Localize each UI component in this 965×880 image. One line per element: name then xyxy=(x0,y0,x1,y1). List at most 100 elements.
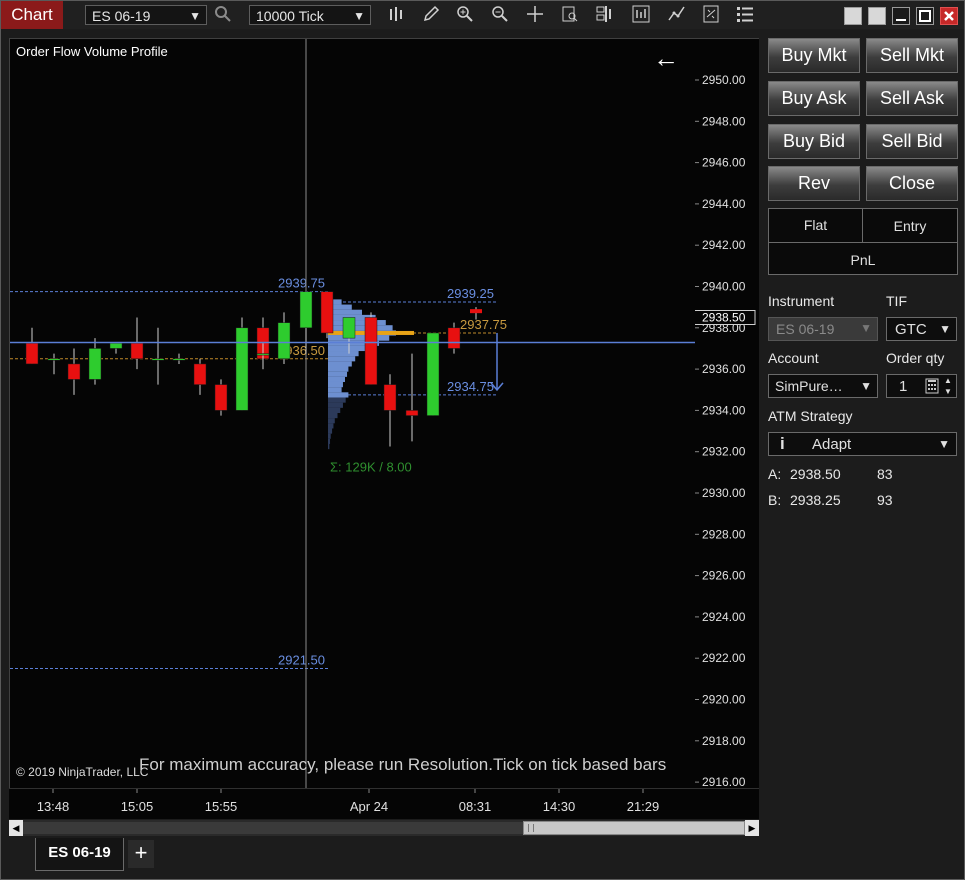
bid-price: 2938.25 xyxy=(790,492,841,508)
price-tick-label: 2930.00 xyxy=(702,486,746,500)
chart-trader-panel: Buy Mkt Sell Mkt Buy Ask Sell Ask Buy Bi… xyxy=(763,36,963,536)
templates-icon[interactable] xyxy=(701,5,721,25)
strategies-icon[interactable] xyxy=(631,5,651,25)
interval-selector[interactable]: 10000 Tick ▼ xyxy=(249,5,371,25)
maximize-button[interactable] xyxy=(916,7,934,25)
back-arrow-icon[interactable]: ← xyxy=(653,45,679,71)
horizontal-scrollbar[interactable]: ◀ ▶ xyxy=(9,820,759,836)
chart-canvas[interactable]: 2939.752936.502921.502939.252937.752934.… xyxy=(10,39,696,789)
instrument-selector[interactable]: ES 06-19 ▼ xyxy=(85,5,207,25)
window-color-button-2[interactable] xyxy=(868,7,886,25)
profile-bar xyxy=(328,433,331,439)
candle-body xyxy=(193,363,207,385)
window-color-button[interactable] xyxy=(844,7,862,25)
time-tick-label: 08:31 xyxy=(459,799,492,814)
add-tab-button[interactable]: + xyxy=(128,840,154,868)
profile-bar xyxy=(328,438,331,444)
bid-size: 93 xyxy=(877,492,893,508)
profile-bar xyxy=(328,397,346,403)
close-position-button[interactable]: Close xyxy=(866,166,958,201)
instrument-field: ES 06-19 ▼ xyxy=(768,317,878,341)
candle-body xyxy=(25,343,39,365)
tab-strip: ES 06-19 + xyxy=(1,838,964,878)
candle-body xyxy=(426,332,440,416)
buy-bid-button[interactable]: Buy Bid xyxy=(768,124,860,159)
price-tick-label: 2926.00 xyxy=(702,569,746,583)
search-icon[interactable] xyxy=(213,5,233,25)
time-tick-label: 13:48 xyxy=(37,799,70,814)
close-window-button[interactable] xyxy=(940,7,958,25)
time-axis-canvas: 13:48 15:05 15:55 Apr 24 08:31 14:30 21:29 xyxy=(37,789,659,814)
instrument-field-value: ES 06-19 xyxy=(776,321,835,337)
candle-body xyxy=(67,363,81,380)
price-tick-label: 2944.00 xyxy=(702,197,746,211)
atm-strategy-value: Adapt xyxy=(812,436,852,453)
level-label: 2934.75 xyxy=(447,379,494,394)
price-axis[interactable]: 2950.00 2948.00 2946.00 2944.00 2942.00 2940.… xyxy=(695,38,759,790)
properties-icon[interactable] xyxy=(735,5,755,25)
app-title: Chart xyxy=(1,1,63,29)
candle-body xyxy=(235,327,249,411)
volume-sum-label: Σ: 129K / 8.00 xyxy=(330,460,412,475)
candle-body xyxy=(405,410,419,416)
profile-bar xyxy=(328,376,345,383)
sell-bid-button[interactable]: Sell Bid xyxy=(866,124,958,159)
tif-dropdown[interactable]: GTC ▼ xyxy=(886,317,957,341)
data-box-icon[interactable] xyxy=(560,5,580,25)
scroll-left-button[interactable]: ◀ xyxy=(9,820,23,836)
order-qty-stepper[interactable]: 1 ▲ ▼ xyxy=(886,374,957,398)
price-tick-label: 2950.00 xyxy=(702,73,746,87)
candle-body xyxy=(299,291,313,329)
zoom-in-icon[interactable] xyxy=(455,5,475,25)
pencil-icon[interactable] xyxy=(421,5,441,25)
buy-ask-button[interactable]: Buy Ask xyxy=(768,81,860,116)
reverse-button[interactable]: Rev xyxy=(768,166,860,201)
candle-body xyxy=(109,343,123,349)
price-tick-label: 2942.00 xyxy=(702,238,746,252)
scroll-track[interactable] xyxy=(23,822,523,834)
chevron-down-icon: ▼ xyxy=(938,437,950,451)
time-tick-label: Apr 24 xyxy=(350,799,388,814)
crosshair-icon[interactable] xyxy=(525,5,545,25)
sell-market-button[interactable]: Sell Mkt xyxy=(866,38,958,73)
resolution-warning: For maximum accuracy, please run Resolut… xyxy=(139,755,667,774)
candle-body xyxy=(277,322,291,360)
account-dropdown[interactable]: SimPure… ▼ xyxy=(768,374,878,398)
profile-bar xyxy=(328,443,330,450)
profile-bar xyxy=(328,371,348,377)
price-tick-label: 2920.00 xyxy=(702,693,746,707)
info-icon[interactable]: i xyxy=(780,434,785,454)
stepper-arrows-icon[interactable]: ▲ ▼ xyxy=(944,375,952,397)
order-qty-value[interactable]: 1 xyxy=(899,378,907,395)
bar-style-icon[interactable] xyxy=(387,5,407,25)
profile-bar xyxy=(328,356,356,362)
candle-body xyxy=(256,353,270,356)
atm-strategy-dropdown[interactable]: i Adapt ▼ xyxy=(768,432,957,456)
ask-price: 2938.50 xyxy=(790,466,841,482)
instrument-label: Instrument xyxy=(768,293,835,309)
account-label: Account xyxy=(768,350,819,366)
time-axis[interactable]: 13:48 15:05 15:55 Apr 24 08:31 14:30 21:29 xyxy=(9,788,759,819)
scroll-right-button[interactable]: ▶ xyxy=(745,820,759,836)
calculator-icon[interactable] xyxy=(925,378,939,399)
profile-bar xyxy=(328,335,390,341)
level-label: 2937.75 xyxy=(460,317,507,332)
price-tick-label: 2934.00 xyxy=(702,403,746,417)
interval-selector-value: 10000 Tick xyxy=(256,8,324,24)
minimize-button[interactable] xyxy=(892,7,910,25)
zoom-out-icon[interactable] xyxy=(490,5,510,25)
sell-ask-button[interactable]: Sell Ask xyxy=(866,81,958,116)
time-tick-label: 14:30 xyxy=(543,799,576,814)
indicators-icon[interactable] xyxy=(595,5,615,25)
order-qty-label: Order qty xyxy=(886,350,945,366)
buy-market-button[interactable]: Buy Mkt xyxy=(768,38,860,73)
profile-bar xyxy=(328,407,341,413)
tab-es-06-19[interactable]: ES 06-19 xyxy=(35,838,124,871)
scroll-thumb[interactable] xyxy=(523,821,745,835)
ask-size: 83 xyxy=(877,466,893,482)
level-label: 2921.50 xyxy=(278,653,325,668)
instrument-selector-value: ES 06-19 xyxy=(92,8,151,24)
drawing-tools-icon[interactable] xyxy=(667,5,687,25)
profile-bar xyxy=(328,418,335,424)
chart-panel[interactable]: 2939.75 2936.50 2921.50 2939.25 2937.75 2934.… xyxy=(9,38,697,790)
